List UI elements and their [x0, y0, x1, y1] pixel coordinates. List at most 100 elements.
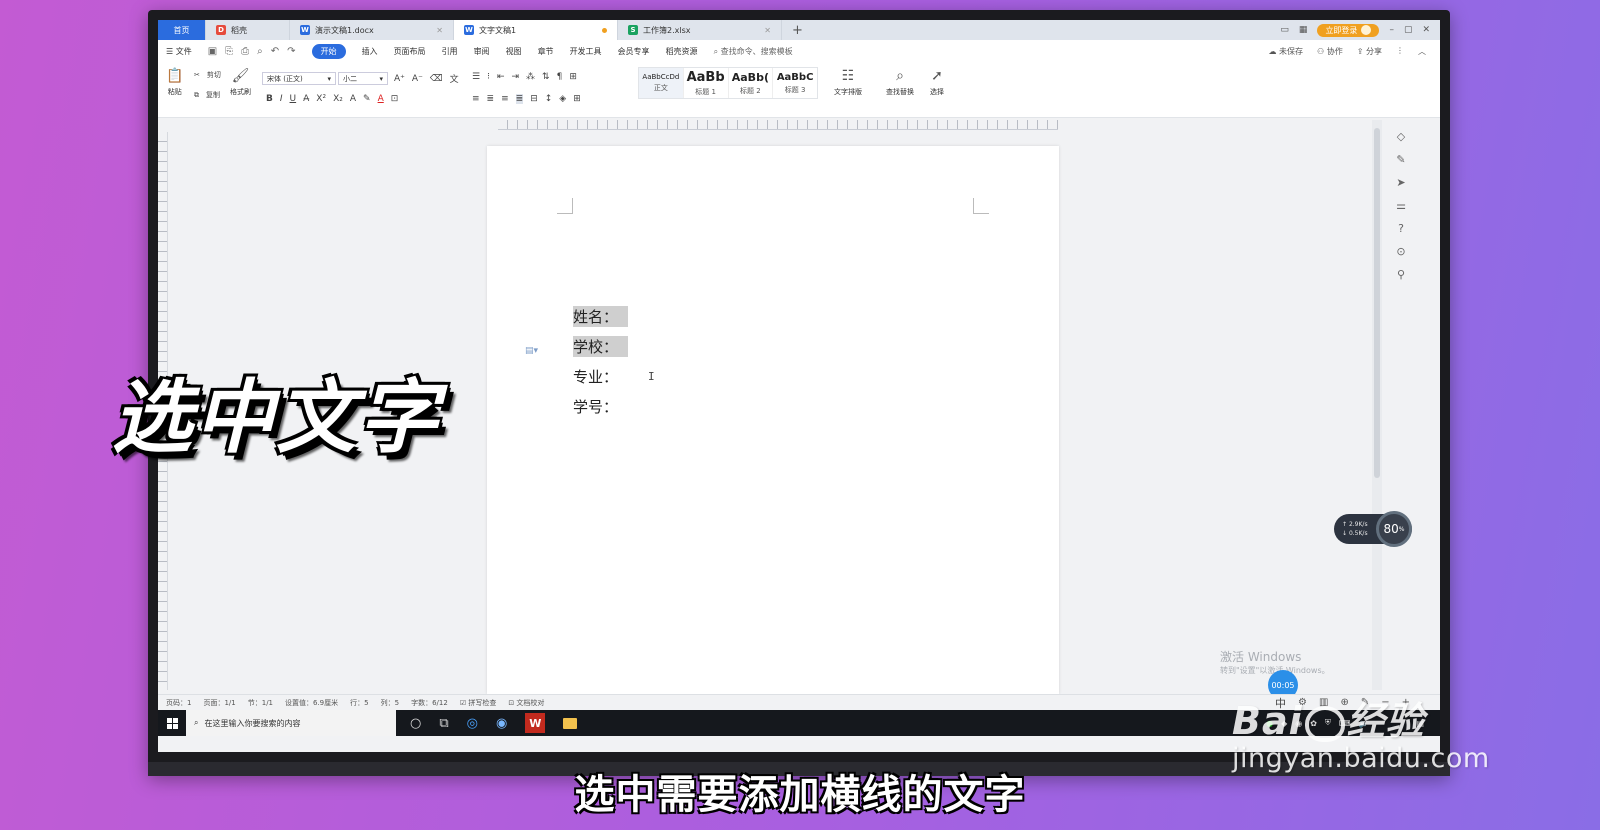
style-heading-3[interactable]: AaBbC 标题 3 [773, 68, 817, 98]
menu-item-insert[interactable]: 插入 [362, 46, 378, 57]
login-button[interactable]: 立即登录 [1317, 23, 1380, 37]
menu-item-references[interactable]: 引用 [442, 46, 458, 57]
shading-icon[interactable]: ◈ [559, 94, 566, 104]
scroll-thumb[interactable] [1374, 128, 1380, 478]
chinese-layout-icon[interactable]: ⁂ [526, 72, 535, 82]
wps-app-icon[interactable]: W [525, 713, 546, 733]
collab-button[interactable]: ⚇ 协作 [1317, 46, 1343, 57]
highlight-icon[interactable]: ✎ [363, 94, 371, 104]
numbered-list-icon[interactable]: ⁝ [487, 72, 490, 82]
menu-item-view[interactable]: 视图 [506, 46, 522, 57]
distribute-icon[interactable]: ⊟ [530, 94, 538, 104]
grid-icon[interactable]: ▦ [1299, 25, 1308, 35]
align-left-icon[interactable]: ≡ [472, 94, 480, 104]
style-heading-2[interactable]: AaBb( 标题 2 [729, 68, 774, 98]
menu-item-review[interactable]: 审阅 [474, 46, 490, 57]
font-color-icon[interactable]: A [378, 94, 384, 104]
font-size-select[interactable]: 小二 ▾ [338, 72, 388, 85]
cortana-icon[interactable]: ○ [410, 716, 421, 731]
network-speed-widget[interactable]: ↑ 2.9K/s ↓ 0.5K/s 80% [1334, 511, 1412, 547]
italic-icon[interactable]: I [280, 94, 283, 104]
export-icon[interactable]: ⎘ [225, 46, 233, 57]
file-menu[interactable]: ☰ 文件 [166, 46, 192, 57]
increase-indent-icon[interactable]: ⇥ [512, 72, 520, 82]
help-icon[interactable]: ? [1398, 222, 1404, 235]
bold-icon[interactable]: B [266, 94, 273, 104]
browser-icon[interactable]: ◎ [467, 716, 478, 731]
doc-proof-button[interactable]: ⊡ 文档校对 [508, 698, 544, 708]
format-painter-button[interactable]: 🖌 格式刷 [230, 68, 251, 97]
borders-icon[interactable]: ⊞ [573, 94, 581, 104]
menu-item-layout[interactable]: 页面布局 [394, 46, 426, 57]
clear-format-icon[interactable]: ⌫ [430, 74, 443, 84]
strikethrough-icon[interactable]: A̶ [303, 94, 309, 104]
tab-docer[interactable]: D 稻壳 [206, 20, 290, 40]
menu-item-developer[interactable]: 开发工具 [570, 46, 602, 57]
print-icon[interactable]: ⎙ [241, 46, 249, 57]
task-view-icon[interactable]: ⧉ [439, 716, 448, 731]
tag-icon[interactable]: ◇ [1397, 130, 1405, 143]
document-page[interactable]: ▤▾ 姓名： 学校： 专业： 学号： I [487, 146, 1059, 694]
close-window-icon[interactable]: ✕ [1422, 25, 1430, 35]
cursor-icon[interactable]: ➤ [1396, 176, 1405, 189]
tab-xlsx[interactable]: S 工作簿2.xlsx ✕ [618, 20, 782, 40]
char-border-icon[interactable]: ⊡ [391, 94, 399, 104]
show-marks-icon[interactable]: ¶ [557, 72, 563, 82]
font-name-select[interactable]: 宋体 (正文) ▾ [262, 72, 336, 85]
share-button[interactable]: ⇪ 分享 [1357, 46, 1382, 57]
file-explorer-icon[interactable] [563, 717, 578, 729]
status-word-count[interactable]: 字数：6/12 [411, 698, 448, 708]
sort-icon[interactable]: ⇅ [542, 72, 550, 82]
tab-doc1[interactable]: W 演示文稿1.docx ✕ [290, 20, 454, 40]
copy-button[interactable]: ⧉ 复制 [194, 90, 220, 100]
subscript-icon[interactable]: X₂ [333, 94, 343, 104]
minimize-icon[interactable]: – [1389, 25, 1394, 35]
start-button[interactable] [158, 710, 186, 736]
close-icon[interactable]: ✕ [764, 26, 771, 35]
grow-font-icon[interactable]: A⁺ [394, 74, 405, 84]
menu-item-start[interactable]: 开始 [311, 43, 346, 59]
line-spacing-icon[interactable]: ↕ [545, 94, 553, 104]
command-search[interactable]: ⌕ 查找命令、搜索模板 [714, 46, 793, 57]
taskbar-search[interactable]: ⌕ 在这里输入你要搜索的内容 [186, 710, 396, 736]
save-icon[interactable]: ▣ [208, 46, 217, 57]
preview-icon[interactable]: ⌕ [257, 46, 263, 57]
close-icon[interactable]: ✕ [436, 26, 443, 35]
backup-icon[interactable]: ⊙ [1396, 245, 1405, 258]
pen-icon[interactable]: ✎ [1396, 153, 1405, 166]
text-layout-button[interactable]: ☷ 文字排版 [834, 68, 862, 97]
paste-button[interactable]: 📋 粘贴 [166, 68, 183, 97]
menu-item-docer[interactable]: 稻壳资源 [666, 46, 698, 57]
maximize-icon[interactable]: ▢ [1404, 25, 1413, 35]
underline-icon[interactable]: U [290, 94, 297, 104]
select-button[interactable]: ➚ 选择 [930, 68, 944, 97]
sogou-icon[interactable]: ◉ [496, 716, 507, 731]
undo-icon[interactable]: ↶ [271, 46, 279, 57]
map-pin-icon[interactable]: ⚲ [1397, 268, 1405, 281]
spell-check-toggle[interactable]: ☑ 拼写检查 [460, 698, 497, 708]
vertical-scrollbar[interactable] [1372, 120, 1382, 690]
phonetic-icon[interactable]: 文 [450, 72, 459, 85]
redo-icon[interactable]: ↷ [287, 46, 295, 57]
find-replace-button[interactable]: ⌕ 查找替换 [886, 68, 914, 97]
cut-button[interactable]: ✂ 剪切 [194, 70, 221, 80]
doc-line-name[interactable]: 姓名： [573, 306, 629, 327]
style-heading-1[interactable]: AaBb 标题 1 [684, 68, 729, 98]
superscript-icon[interactable]: X² [316, 94, 326, 104]
collapse-ribbon-icon[interactable]: ︿ [1418, 46, 1426, 57]
sliders-icon[interactable]: ⚌ [1396, 199, 1406, 212]
justify-icon[interactable]: ≣ [515, 94, 524, 104]
paragraph-handle-icon[interactable]: ▤▾ [525, 346, 538, 356]
layout-icon[interactable]: ▭ [1280, 25, 1289, 35]
more-icon[interactable]: ⋮ [1396, 46, 1404, 57]
menu-item-chapter[interactable]: 章节 [538, 46, 554, 57]
unsaved-button[interactable]: ☁ 未保存 [1268, 46, 1303, 57]
menu-item-member[interactable]: 会员专享 [618, 46, 650, 57]
table-grid-icon[interactable]: ⊞ [569, 72, 577, 82]
text-effect-icon[interactable]: A [350, 94, 356, 104]
shrink-font-icon[interactable]: A⁻ [412, 74, 423, 84]
bullet-list-icon[interactable]: ☰ [472, 72, 480, 82]
new-tab-button[interactable]: + [782, 20, 813, 40]
align-center-icon[interactable]: ≣ [487, 94, 495, 104]
align-right-icon[interactable]: ≡ [501, 94, 509, 104]
